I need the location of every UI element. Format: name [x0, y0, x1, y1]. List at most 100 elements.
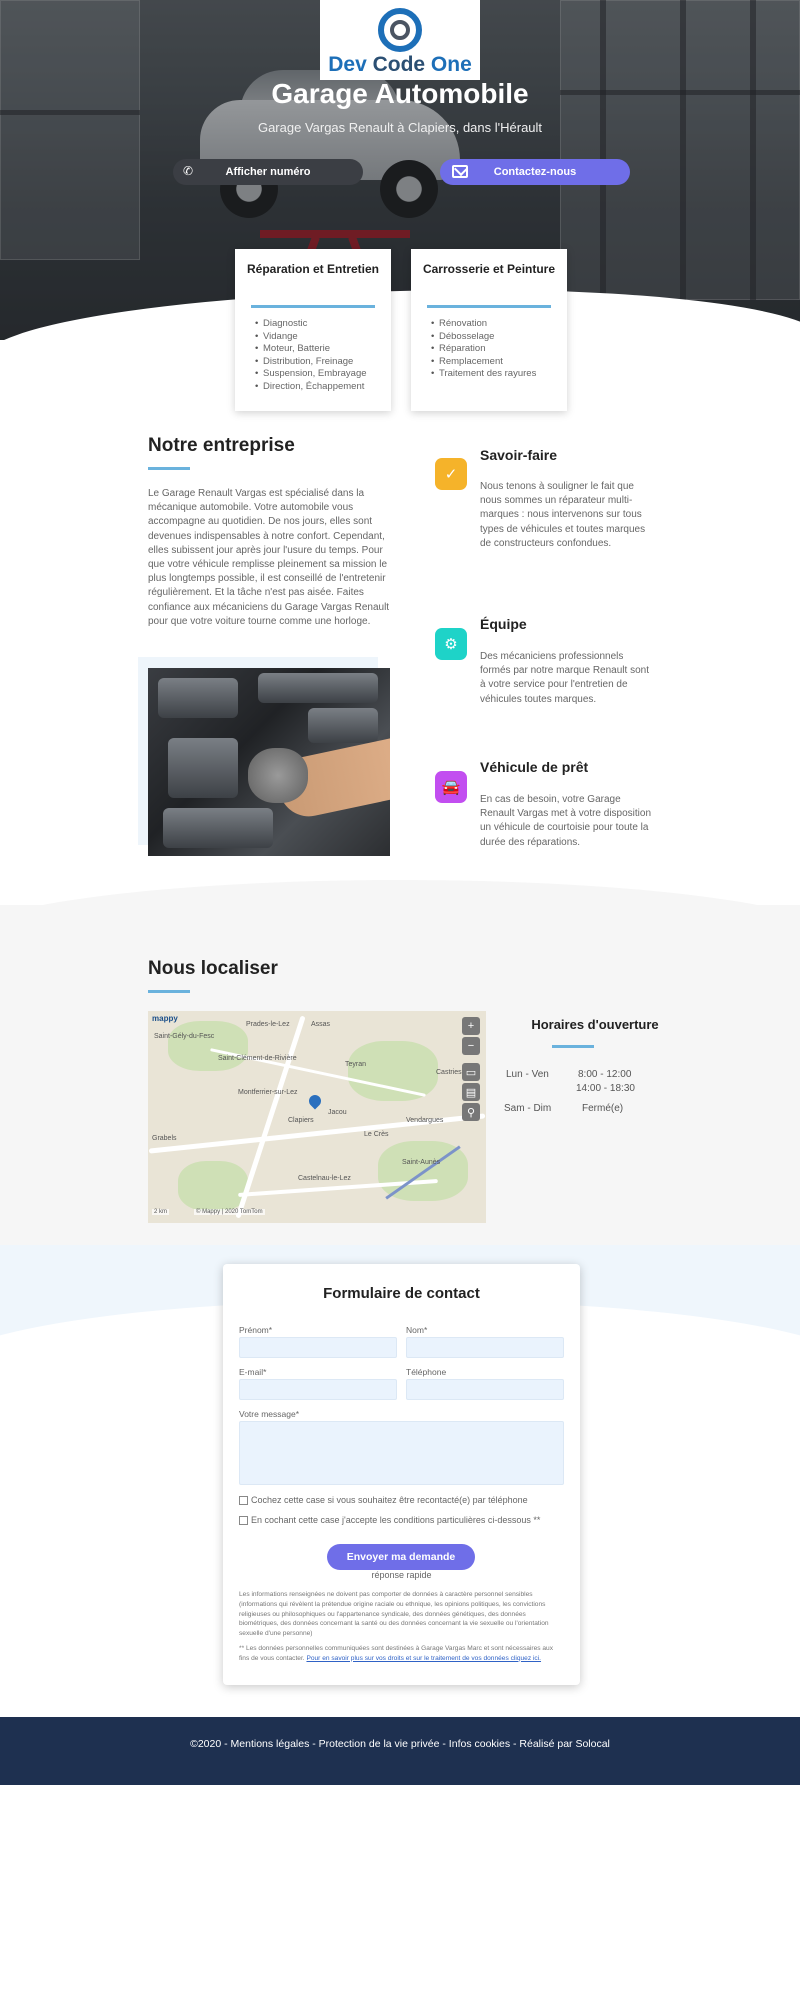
envelope-icon: [452, 165, 468, 178]
map-town-label: Assas: [311, 1021, 331, 1028]
engine-photo: [148, 668, 390, 856]
feature-title: Véhicule de prêt: [480, 759, 589, 775]
form-title: Formulaire de contact: [323, 1285, 480, 1302]
hours-time: 8:00 - 12:00: [578, 1069, 632, 1080]
list-item: Distribution, Freinage: [255, 356, 381, 369]
list-item: Direction, Échappement: [255, 381, 381, 394]
service-card-title: Carrosserie et Peinture: [422, 262, 556, 276]
page-subtitle: Garage Vargas Renault à Clapiers, dans l…: [257, 120, 543, 135]
list-item: Remplacement: [431, 356, 557, 369]
feature-text: En cas de besoin, votre Garage Renault V…: [480, 794, 652, 848]
title-underline: [251, 305, 375, 308]
list-item: Rénovation: [431, 318, 557, 331]
map-scale: 2 km: [152, 1209, 170, 1215]
list-item: Débosselage: [431, 331, 557, 344]
phone-icon: ✆: [183, 164, 194, 178]
privacy-notice: ** Les données personnelles communiquées…: [239, 1644, 564, 1664]
contact-us-label: Contactez-nous: [493, 166, 577, 178]
company-description: Le Garage Renault Vargas est spécialisé …: [148, 488, 390, 627]
service-list: Rénovation Débosselage Réparation Rempla…: [421, 318, 557, 381]
contact-form: Formulaire de contact Prénom* Nom* E-mai…: [223, 1264, 580, 1685]
feature-title: Savoir-faire: [480, 447, 558, 463]
location-heading: Nous localiser: [148, 958, 278, 979]
map-attribution: © Mappy | 2020 TomTom: [194, 1209, 265, 1215]
hours-time: Fermé(e): [582, 1103, 624, 1114]
check-badge-icon: ✓: [435, 458, 467, 490]
service-list: Diagnostic Vidange Moteur, Batterie Dist…: [245, 318, 381, 393]
terms-checkbox[interactable]: [239, 1516, 248, 1525]
list-item: Suspension, Embrayage: [255, 368, 381, 381]
zoom-out-icon[interactable]: −: [462, 1037, 480, 1055]
car-route-icon[interactable]: ▭: [462, 1063, 480, 1081]
transit-icon[interactable]: ▤: [462, 1083, 480, 1101]
opening-hours-title: Horaires d'ouverture: [531, 1017, 659, 1032]
logo-text: Dev Code One: [328, 53, 472, 76]
phone-field[interactable]: [406, 1379, 564, 1400]
bike-icon[interactable]: ⚲: [462, 1103, 480, 1121]
map-town-label: Castelnau-le-Lez: [298, 1175, 351, 1182]
map-town-label: Clapiers: [288, 1117, 314, 1124]
list-item: Vidange: [255, 331, 381, 344]
map-town-label: Castries: [436, 1069, 462, 1076]
map-brand-logo: mappy: [152, 1014, 178, 1023]
map-town-label: Montferrier-sur-Lez: [238, 1089, 298, 1096]
mechanic-icon: ⚙: [435, 628, 467, 660]
first-name-field[interactable]: [239, 1337, 397, 1358]
location-map[interactable]: Prades-le-Lez Assas Saint-Gély-du-Fesc S…: [148, 1011, 486, 1223]
list-item: Traitement des rayures: [431, 368, 557, 381]
terms-checkbox-label: En cochant cette case j'accepte les cond…: [251, 1515, 541, 1525]
feature-text: Nous tenons à souligner le fait que nous…: [480, 481, 646, 549]
hours-time: 14:00 - 18:30: [576, 1083, 635, 1094]
map-town-label: Saint-Gély-du-Fesc: [154, 1033, 215, 1040]
callback-checkbox[interactable]: [239, 1496, 248, 1505]
map-town-label: Vendargues: [406, 1117, 444, 1124]
zoom-in-icon[interactable]: +: [462, 1017, 480, 1035]
service-card-title: Réparation et Entretien: [246, 262, 380, 276]
message-field[interactable]: [239, 1421, 564, 1485]
list-item: Diagnostic: [255, 318, 381, 331]
map-town-label: Teyran: [345, 1061, 367, 1068]
map-town-label: Jacou: [328, 1109, 347, 1116]
map-town-label: Prades-le-Lez: [246, 1021, 290, 1028]
show-phone-button[interactable]: ✆ Afficher numéro: [173, 159, 363, 185]
message-label: Votre message*: [239, 1409, 300, 1419]
feature-text: Des mécaniciens professionnels formés pa…: [480, 651, 649, 705]
last-name-field[interactable]: [406, 1337, 564, 1358]
first-name-label: Prénom*: [239, 1325, 273, 1335]
quick-reply-note: réponse rapide: [371, 1570, 432, 1580]
logo-icon: [378, 8, 422, 52]
map-pin-icon[interactable]: [306, 1092, 324, 1110]
hours-days: Sam - Dim: [504, 1103, 552, 1114]
phone-label: Téléphone: [406, 1367, 447, 1377]
service-card-bodywork: Carrosserie et Peinture Rénovation Débos…: [411, 249, 567, 411]
hours-days: Lun - Ven: [506, 1069, 549, 1080]
email-label: E-mail*: [239, 1367, 267, 1377]
list-item: Réparation: [431, 343, 557, 356]
feature-title: Équipe: [480, 616, 527, 632]
map-town-label: Saint-Clément-de-Rivière: [218, 1055, 297, 1062]
email-field[interactable]: [239, 1379, 397, 1400]
map-town-label: Grabels: [152, 1135, 177, 1142]
footer-links[interactable]: ©2020 - Mentions légales - Protection de…: [190, 1737, 610, 1752]
page-title: Garage Automobile: [271, 78, 529, 109]
footer: ©2020 - Mentions légales - Protection de…: [0, 1717, 800, 1785]
contact-us-button[interactable]: Contactez-nous: [440, 159, 630, 185]
heading-underline: [552, 1045, 594, 1048]
heading-underline: [148, 990, 190, 993]
privacy-link[interactable]: Pour en savoir plus sur vos droits et su…: [306, 1655, 541, 1662]
heading-underline: [148, 467, 190, 470]
map-controls: + − ▭ ▤ ⚲: [462, 1017, 480, 1121]
service-card-repair: Réparation et Entretien Diagnostic Vidan…: [235, 249, 391, 411]
list-item: Moteur, Batterie: [255, 343, 381, 356]
company-heading: Notre entreprise: [148, 435, 295, 456]
map-town-label: Saint-Aunès: [402, 1159, 441, 1166]
legal-notice: Les informations renseignées ne doivent …: [239, 1591, 549, 1638]
map-town-label: Le Crès: [364, 1131, 389, 1138]
send-request-button[interactable]: Envoyer ma demande: [327, 1544, 475, 1570]
last-name-label: Nom*: [406, 1325, 428, 1335]
page: Dev Code One Garage Automobile Garage Va…: [0, 0, 800, 2000]
title-underline: [427, 305, 551, 308]
callback-checkbox-label: Cochez cette case si vous souhaitez être…: [251, 1495, 528, 1505]
car-icon: 🚘: [435, 771, 467, 803]
site-logo[interactable]: Dev Code One: [320, 0, 480, 80]
